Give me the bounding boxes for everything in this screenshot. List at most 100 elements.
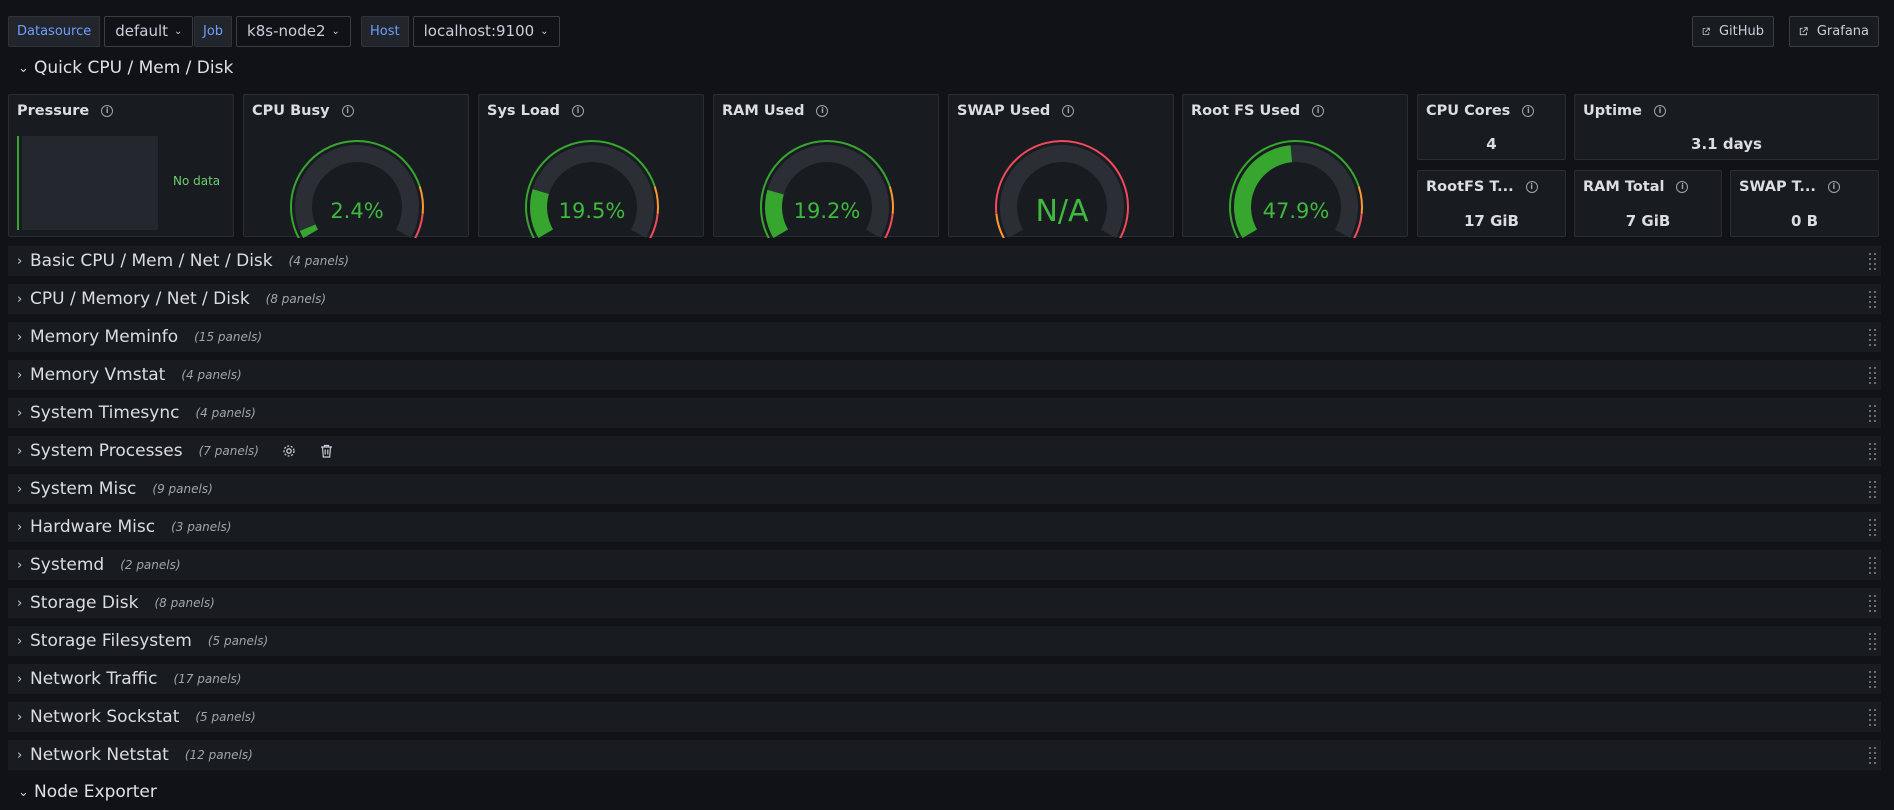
chevron-right-icon: › xyxy=(17,709,23,725)
row-panel-count: (8 panels) xyxy=(154,596,215,610)
gauge-threshold-arc xyxy=(1357,186,1363,215)
row-title: Network Netstat xyxy=(30,745,169,765)
row-title: Storage Filesystem xyxy=(30,631,192,651)
row-header[interactable]: › System Timesync (4 panels) xyxy=(8,398,1881,428)
row-title: Network Sockstat xyxy=(30,707,180,727)
info-icon[interactable]: i xyxy=(101,105,114,117)
trash-icon[interactable] xyxy=(319,443,335,459)
drag-handle-icon[interactable] xyxy=(1869,631,1877,651)
panel-pressure[interactable]: Pressure i No data xyxy=(8,94,234,237)
row-title: Systemd xyxy=(30,555,105,575)
drag-handle-icon[interactable] xyxy=(1869,745,1877,765)
panel-root-fs-used[interactable]: Root FS Used i 47.9% xyxy=(1182,94,1408,238)
panel-sys-load[interactable]: Sys Load i 19.5% xyxy=(478,94,704,238)
row-header[interactable]: › Network Sockstat (5 panels) xyxy=(8,702,1881,732)
info-icon[interactable]: i xyxy=(1525,181,1538,193)
row-title: Memory Vmstat xyxy=(30,365,166,385)
drag-handle-icon[interactable] xyxy=(1869,555,1877,575)
chevron-down-icon: ⌄ xyxy=(174,26,183,37)
info-icon[interactable]: i xyxy=(1654,105,1666,117)
chevron-right-icon: › xyxy=(17,595,23,611)
info-icon[interactable]: i xyxy=(1827,181,1840,193)
row-title: Storage Disk xyxy=(30,593,139,613)
info-icon[interactable]: i xyxy=(1676,181,1689,193)
drag-handle-icon[interactable] xyxy=(1869,365,1877,385)
row-header[interactable]: › Hardware Misc (3 panels) xyxy=(8,512,1881,542)
row-panel-count: (5 panels) xyxy=(195,710,256,724)
cpu-busy-gauge: 2.4% xyxy=(290,140,424,238)
section-quick-cpu-mem-disk[interactable]: ⌄ Quick CPU / Mem / Disk xyxy=(18,58,233,78)
grafana-link-button[interactable]: Grafana xyxy=(1789,16,1879,47)
panel-ram-total[interactable]: RAM Total i 7 GiB xyxy=(1574,170,1722,237)
panel-swap-used[interactable]: SWAP Used i N/A xyxy=(948,94,1174,238)
section-title: Node Exporter xyxy=(34,782,157,802)
link-label: Grafana xyxy=(1816,24,1869,39)
row-panel-count: (5 panels) xyxy=(207,634,269,648)
panel-ram-used[interactable]: RAM Used i 19.2% xyxy=(713,94,939,238)
variable-datasource[interactable]: Datasource default ⌄ xyxy=(8,16,194,47)
row-panel-count: (15 panels) xyxy=(194,330,263,344)
panel-title-text: Uptime xyxy=(1583,103,1642,119)
row-panel-count: (9 panels) xyxy=(152,482,213,496)
row-header[interactable]: › System Processes (7 panels) xyxy=(8,436,1881,466)
row-title: System Processes xyxy=(30,441,183,461)
row-header[interactable]: › Network Traffic (17 panels) xyxy=(8,664,1881,694)
row-title: Memory Meminfo xyxy=(30,327,179,347)
variable-label: Datasource xyxy=(8,16,101,47)
gauge-value-arc xyxy=(530,189,554,238)
swap-used-gauge: N/A xyxy=(995,140,1129,238)
drag-handle-icon[interactable] xyxy=(1869,441,1877,461)
no-data-label: No data xyxy=(173,174,221,188)
variable-host[interactable]: Host localhost:9100 ⌄ xyxy=(361,16,560,47)
drag-handle-icon[interactable] xyxy=(1869,403,1877,423)
chevron-right-icon: › xyxy=(17,519,23,535)
row-header[interactable]: › Storage Disk (8 panels) xyxy=(8,588,1881,618)
github-link-button[interactable]: GitHub xyxy=(1692,16,1774,47)
variable-job[interactable]: Job k8s-node2 ⌄ xyxy=(194,16,351,47)
row-header[interactable]: › Memory Vmstat (4 panels) xyxy=(8,360,1881,390)
row-header[interactable]: › Basic CPU / Mem / Net / Disk (4 panels) xyxy=(8,246,1881,276)
dashboard-controls: Datasource default ⌄ Job k8s-node2 ⌄ Hos… xyxy=(0,0,1894,60)
panel-rootfs-total[interactable]: RootFS T... i 17 GiB xyxy=(1417,170,1566,237)
panel-title-text: RAM Total xyxy=(1583,179,1665,195)
chevron-right-icon: › xyxy=(17,329,23,345)
sys-load-gauge: 19.5% xyxy=(525,140,659,238)
drag-handle-icon[interactable] xyxy=(1869,707,1877,727)
row-header[interactable]: › Memory Meminfo (15 panels) xyxy=(8,322,1881,352)
section-node-exporter[interactable]: ⌄ Node Exporter xyxy=(18,782,157,802)
drag-handle-icon[interactable] xyxy=(1869,593,1877,613)
panel-cpu-cores[interactable]: CPU Cores i 4 xyxy=(1417,94,1566,160)
row-header[interactable]: › Storage Filesystem (5 panels) xyxy=(8,626,1881,656)
drag-handle-icon[interactable] xyxy=(1869,327,1877,347)
chevron-down-icon: ⌄ xyxy=(540,26,549,37)
drag-handle-icon[interactable] xyxy=(1869,289,1877,309)
row-panel-count: (4 panels) xyxy=(195,406,256,420)
gauge-value-label: N/A xyxy=(1035,194,1089,229)
panel-title-text: Pressure xyxy=(17,103,90,119)
chevron-right-icon: › xyxy=(17,253,23,269)
stat-value: 3.1 days xyxy=(1691,135,1762,153)
panel-cpu-busy[interactable]: CPU Busy i 2.4% xyxy=(243,94,469,238)
pressure-bar-indicator xyxy=(17,136,19,230)
drag-handle-icon[interactable] xyxy=(1869,517,1877,537)
info-icon[interactable]: i xyxy=(1522,105,1535,117)
chevron-down-icon: ⌄ xyxy=(331,26,340,37)
chevron-right-icon: › xyxy=(17,557,23,573)
variable-label: Host xyxy=(361,16,409,47)
panel-title: Pressure i xyxy=(17,103,114,119)
datasource-select[interactable]: default ⌄ xyxy=(104,16,194,47)
row-header[interactable]: › CPU / Memory / Net / Disk (8 panels) xyxy=(8,284,1881,314)
panel-swap-total[interactable]: SWAP T... i 0 B xyxy=(1730,170,1879,237)
row-header[interactable]: › Network Netstat (12 panels) xyxy=(8,740,1881,770)
drag-handle-icon[interactable] xyxy=(1869,479,1877,499)
row-title: Basic CPU / Mem / Net / Disk xyxy=(30,251,273,271)
drag-handle-icon[interactable] xyxy=(1869,669,1877,689)
row-header[interactable]: › System Misc (9 panels) xyxy=(8,474,1881,504)
panel-uptime[interactable]: Uptime i 3.1 days xyxy=(1574,94,1879,160)
row-header[interactable]: › Systemd (2 panels) xyxy=(8,550,1881,580)
job-select[interactable]: k8s-node2 ⌄ xyxy=(236,16,351,47)
gauge-threshold-arc xyxy=(418,186,424,215)
gear-icon[interactable] xyxy=(281,443,297,459)
host-select[interactable]: localhost:9100 ⌄ xyxy=(412,16,560,47)
drag-handle-icon[interactable] xyxy=(1869,251,1877,271)
